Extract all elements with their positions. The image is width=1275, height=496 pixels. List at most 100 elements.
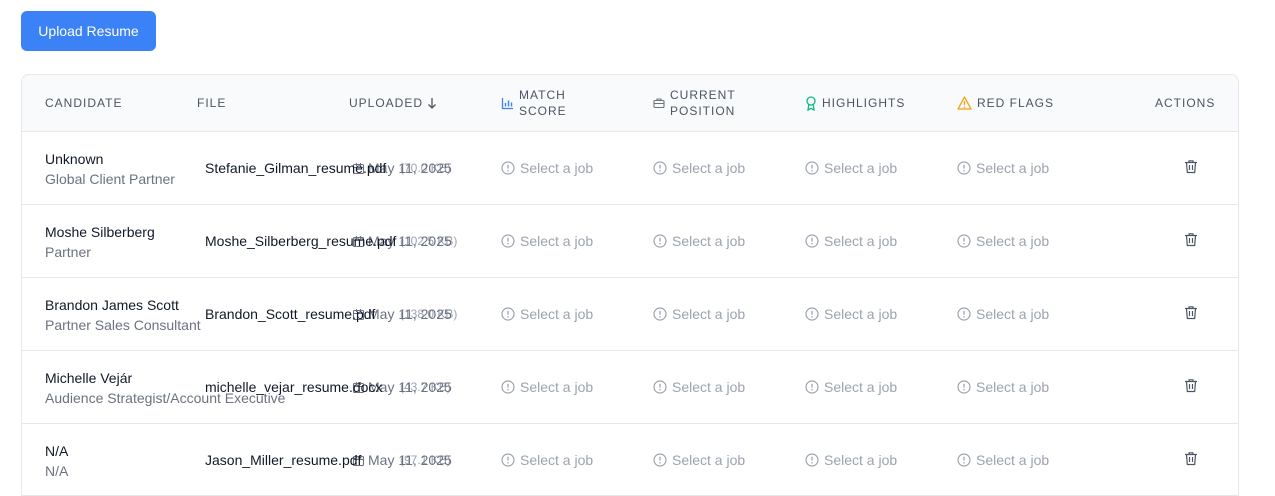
- trash-icon[interactable]: [1184, 378, 1198, 393]
- select-job-prompt: Select a job: [501, 452, 593, 468]
- select-job-text: Select a job: [520, 452, 594, 468]
- select-job-text: Select a job: [824, 379, 898, 395]
- column-header-candidate[interactable]: CANDIDATE: [45, 75, 122, 131]
- candidate-title: Partner Sales Consultant: [45, 317, 201, 333]
- file-link[interactable]: michelle_vejar_resume.docx: [205, 379, 382, 395]
- column-header-uploaded[interactable]: UPLOADED: [349, 75, 437, 131]
- candidate-title: N/A: [45, 463, 69, 479]
- briefcase-icon: [653, 97, 665, 109]
- column-header-red-flags[interactable]: RED FLAGS: [957, 75, 1054, 131]
- info-circle-icon: [957, 307, 971, 321]
- column-label: MATCH: [519, 88, 566, 102]
- select-job-text: Select a job: [824, 306, 898, 322]
- select-job-prompt: Select a job: [501, 160, 593, 176]
- upload-date-text: May 11, 2025: [368, 452, 452, 468]
- file-link[interactable]: Moshe_Silberberg_resume.pdf: [205, 233, 396, 249]
- column-label: CURRENT: [670, 88, 736, 102]
- candidate-name: Moshe Silberberg: [45, 224, 155, 240]
- trash-icon[interactable]: [1184, 451, 1198, 466]
- select-job-prompt: Select a job: [957, 452, 1049, 468]
- select-job-prompt: Select a job: [805, 306, 897, 322]
- select-job-text: Select a job: [672, 452, 746, 468]
- info-circle-icon: [957, 161, 971, 175]
- info-circle-icon: [805, 234, 819, 248]
- select-job-prompt: Select a job: [957, 306, 1049, 322]
- select-job-text: Select a job: [824, 233, 898, 249]
- select-job-prompt: Select a job: [653, 452, 745, 468]
- info-circle-icon: [653, 234, 667, 248]
- upload-date-text: May 11, 2025: [368, 306, 452, 322]
- file-link[interactable]: Stefanie_Gilman_resume.pdf: [205, 160, 386, 176]
- info-circle-icon: [957, 453, 971, 467]
- candidate-title: Partner: [45, 244, 91, 260]
- column-label: FILE: [197, 96, 227, 110]
- award-icon: [805, 95, 817, 111]
- alert-triangle-icon: [957, 96, 972, 110]
- select-job-text: Select a job: [976, 160, 1050, 176]
- column-header-current-position[interactable]: CURRENT POSITION: [653, 75, 736, 131]
- candidate-title: Global Client Partner: [45, 171, 175, 187]
- upload-resume-button[interactable]: Upload Resume: [21, 11, 156, 51]
- select-job-text: Select a job: [976, 306, 1050, 322]
- select-job-prompt: Select a job: [501, 233, 593, 249]
- column-header-file[interactable]: FILE: [197, 75, 226, 131]
- table-row[interactable]: Moshe Silberberg Partner (102.5 KB) May 11,…: [22, 205, 1238, 278]
- info-circle-icon: [501, 234, 515, 248]
- select-job-text: Select a job: [672, 379, 746, 395]
- table-row[interactable]: Unknown Global Client Partner (70.0 KB) May…: [22, 132, 1238, 205]
- select-job-prompt: Select a job: [501, 379, 593, 395]
- column-label: ACTIONS: [1155, 96, 1216, 110]
- file-link[interactable]: Brandon_Scott_resume.pdf: [205, 306, 375, 322]
- select-job-prompt: Select a job: [501, 306, 593, 322]
- select-job-prompt: Select a job: [653, 160, 745, 176]
- select-job-prompt: Select a job: [805, 452, 897, 468]
- select-job-text: Select a job: [976, 379, 1050, 395]
- info-circle-icon: [805, 307, 819, 321]
- info-circle-icon: [805, 161, 819, 175]
- info-circle-icon: [501, 161, 515, 175]
- candidate-name: Brandon James Scott: [45, 297, 179, 313]
- select-job-text: Select a job: [824, 452, 898, 468]
- select-job-prompt: Select a job: [957, 379, 1049, 395]
- bar-chart-icon: [501, 97, 514, 110]
- file-link[interactable]: Jason_Miller_resume.pdf: [205, 452, 361, 468]
- candidate-name: N/A: [45, 443, 69, 459]
- table-header: CANDIDATE FILE UPLOADED MATCH SCORE CURRE…: [22, 75, 1238, 132]
- candidate-name: Unknown: [45, 151, 104, 167]
- info-circle-icon: [653, 453, 667, 467]
- select-job-text: Select a job: [672, 160, 746, 176]
- trash-icon[interactable]: [1184, 305, 1198, 320]
- select-job-text: Select a job: [976, 452, 1050, 468]
- select-job-prompt: Select a job: [805, 379, 897, 395]
- column-label: HIGHLIGHTS: [822, 96, 906, 110]
- column-header-match-score[interactable]: MATCH SCORE: [501, 75, 567, 131]
- select-job-text: Select a job: [520, 306, 594, 322]
- candidates-table: CANDIDATE FILE UPLOADED MATCH SCORE CURRE…: [21, 74, 1239, 496]
- table-row[interactable]: N/A N/A (97.1 KB) May 11, 2025 Jason_Miller_…: [22, 424, 1238, 495]
- column-header-actions: ACTIONS: [1155, 75, 1215, 131]
- info-circle-icon: [957, 234, 971, 248]
- info-circle-icon: [805, 380, 819, 394]
- info-circle-icon: [957, 380, 971, 394]
- select-job-prompt: Select a job: [805, 160, 897, 176]
- column-label: UPLOADED: [349, 96, 424, 110]
- info-circle-icon: [653, 307, 667, 321]
- candidate-name: Michelle Vejár: [45, 370, 133, 386]
- column-label: RED FLAGS: [977, 96, 1055, 110]
- column-header-highlights[interactable]: HIGHLIGHTS: [805, 75, 905, 131]
- table-row[interactable]: Brandon James Scott Partner Sales Consult…: [22, 278, 1238, 351]
- table-row[interactable]: Michelle Vejár Audience Strategist/Accoun…: [22, 351, 1238, 424]
- arrow-down-icon: [427, 97, 437, 109]
- select-job-text: Select a job: [976, 233, 1050, 249]
- select-job-text: Select a job: [520, 379, 594, 395]
- select-job-prompt: Select a job: [653, 233, 745, 249]
- column-label: SCORE: [519, 104, 567, 118]
- select-job-text: Select a job: [520, 233, 594, 249]
- trash-icon[interactable]: [1184, 232, 1198, 247]
- select-job-prompt: Select a job: [653, 306, 745, 322]
- trash-icon[interactable]: [1184, 159, 1198, 174]
- select-job-text: Select a job: [672, 233, 746, 249]
- info-circle-icon: [805, 453, 819, 467]
- select-job-prompt: Select a job: [653, 379, 745, 395]
- info-circle-icon: [501, 380, 515, 394]
